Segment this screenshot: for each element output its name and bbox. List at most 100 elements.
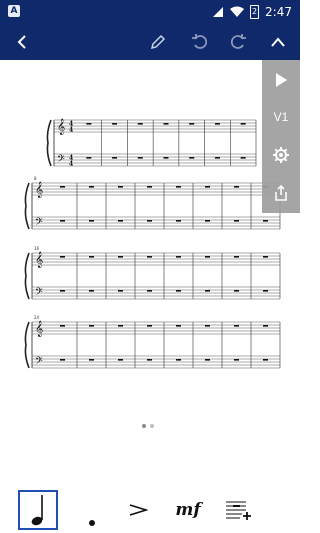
whole-rest — [205, 186, 210, 188]
whole-rest — [263, 256, 268, 258]
back-button[interactable] — [4, 24, 40, 60]
battery-icon: 2 — [250, 5, 260, 19]
whole-rest — [86, 123, 92, 125]
whole-rest — [147, 290, 152, 292]
whole-rest — [147, 359, 152, 361]
signal-icon — [213, 7, 224, 17]
system-brace — [24, 252, 30, 300]
system-brace — [24, 321, 30, 369]
dynamic-mf-tool[interactable]: mf — [168, 490, 208, 530]
whole-rest — [89, 256, 94, 258]
measure-number: 16 — [34, 246, 40, 251]
whole-rest — [176, 359, 181, 361]
redo-icon — [230, 34, 246, 49]
score-sheet[interactable]: 𝄞𝄢4444𝄞𝄢8𝄞𝄢16𝄞𝄢24 — [0, 60, 300, 480]
gear-icon — [273, 147, 289, 163]
whole-rest — [60, 290, 65, 292]
status-bar: A 2 2:47 — [0, 0, 300, 24]
measure-number: 8 — [34, 176, 37, 181]
play-button[interactable] — [262, 62, 300, 98]
whole-rest — [147, 220, 152, 222]
whole-rest — [234, 186, 239, 188]
treble-clef: 𝄞 — [57, 119, 65, 135]
whole-rest — [163, 157, 169, 159]
settings-button[interactable] — [262, 137, 300, 173]
whole-rest — [176, 186, 181, 188]
whole-rest — [240, 157, 246, 159]
back-arrow-icon — [17, 35, 26, 49]
system-brace — [46, 119, 52, 167]
whole-rest — [89, 290, 94, 292]
chevron-up-icon — [271, 37, 285, 47]
whole-rest — [60, 325, 65, 327]
whole-rest — [214, 123, 220, 125]
pencil-icon — [150, 34, 166, 50]
whole-rest — [234, 325, 239, 327]
whole-rest — [205, 256, 210, 258]
whole-rest — [137, 123, 143, 125]
status-icons: 2 2:47 — [212, 0, 292, 24]
whole-rest — [86, 157, 92, 159]
add-staff-icon — [226, 501, 251, 520]
whole-rest — [205, 325, 210, 327]
whole-rest — [118, 359, 123, 361]
whole-rest — [263, 220, 268, 222]
treble-clef: 𝄞 — [35, 182, 43, 198]
dot-tool[interactable] — [72, 490, 112, 530]
treble-clef: 𝄞 — [35, 252, 43, 268]
accent-tool[interactable] — [118, 490, 158, 530]
whole-rest — [112, 157, 118, 159]
whole-rest — [176, 256, 181, 258]
quarter-note-icon — [31, 495, 43, 526]
whole-rest — [118, 256, 123, 258]
share-button[interactable] — [262, 175, 300, 211]
score-canvas[interactable]: 𝄞 𝄢 4 4 4 4 𝄞 𝄢 8 𝄞 𝄢 16 𝄞 𝄢 24 — [0, 60, 300, 480]
bass-clef: 𝄢 — [57, 153, 65, 167]
whole-rest — [205, 359, 210, 361]
dynamic-mf-label: mf — [175, 500, 201, 520]
whole-rest — [189, 157, 195, 159]
whole-rest — [60, 359, 65, 361]
whole-rest — [263, 325, 268, 327]
quarter-note-tool[interactable] — [18, 490, 58, 530]
whole-rest — [147, 325, 152, 327]
whole-rest — [118, 290, 123, 292]
voice-selector[interactable]: V1 — [262, 99, 300, 135]
page-dot — [142, 424, 146, 428]
whole-rest — [137, 157, 143, 159]
whole-rest — [60, 220, 65, 222]
page-dot — [150, 424, 154, 428]
collapse-button[interactable] — [260, 24, 296, 60]
share-icon — [275, 184, 287, 201]
whole-rest — [112, 123, 118, 125]
redo-button[interactable] — [220, 24, 256, 60]
whole-rest — [263, 290, 268, 292]
edit-button[interactable] — [140, 24, 176, 60]
whole-rest — [89, 186, 94, 188]
whole-rest — [60, 186, 65, 188]
whole-rest — [214, 157, 220, 159]
whole-rest — [118, 325, 123, 327]
dot-icon — [89, 520, 95, 526]
bass-clef: 𝄢 — [35, 286, 43, 300]
whole-rest — [89, 325, 94, 327]
add-staff-tool[interactable] — [218, 490, 258, 530]
whole-rest — [163, 123, 169, 125]
whole-rest — [263, 359, 268, 361]
time-signature-bottom: 4 — [69, 161, 73, 168]
whole-rest — [60, 256, 65, 258]
time-signature-bottom: 4 — [69, 127, 73, 134]
whole-rest — [176, 290, 181, 292]
whole-rest — [89, 359, 94, 361]
bass-clef: 𝄢 — [35, 216, 43, 230]
whole-rest — [240, 123, 246, 125]
play-icon — [276, 73, 287, 87]
wifi-icon — [230, 6, 245, 17]
whole-rest — [118, 220, 123, 222]
whole-rest — [89, 220, 94, 222]
app-notification-icon: A — [8, 5, 20, 17]
whole-rest — [118, 186, 123, 188]
whole-rest — [147, 256, 152, 258]
whole-rest — [205, 220, 210, 222]
undo-button[interactable] — [182, 24, 218, 60]
